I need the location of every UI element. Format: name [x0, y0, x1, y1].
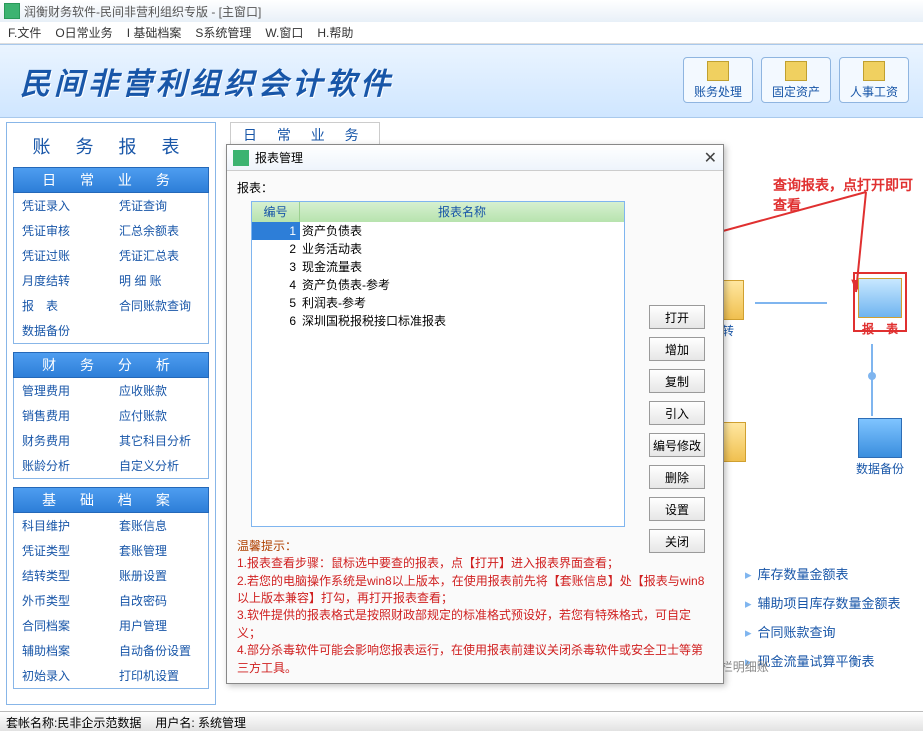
link-item[interactable]: 现金流量试算平衡表 [745, 646, 913, 675]
sidebar-item[interactable]: 应收账款 [111, 378, 208, 403]
sidebar-item[interactable]: 套账信息 [111, 513, 208, 538]
sidebar-item[interactable]: 辅助档案 [14, 638, 111, 663]
sidebar-item[interactable]: 凭证类型 [14, 538, 111, 563]
list-row[interactable]: 4资产负债表-参考 [252, 276, 624, 294]
list-row[interactable]: 1资产负债表 [252, 222, 624, 240]
sidebar-item[interactable]: 自定义分析 [111, 453, 208, 478]
panel-hdr-daily: 日 常 业 务 [13, 167, 209, 193]
open-button[interactable]: 打开 [649, 305, 705, 329]
panel-daily: 凭证录入凭证查询凭证审核汇总余额表凭证过账凭证汇总表月度结转明 细 账报 表合同… [13, 193, 209, 344]
dialog-title: 报表管理 [255, 149, 303, 166]
col-name: 报表名称 [300, 202, 624, 222]
panel-hdr-base: 基 础 档 案 [13, 487, 209, 513]
sidebar-item[interactable]: 凭证录入 [14, 193, 111, 218]
report-list: 编号 报表名称 1资产负债表2业务活动表3现金流量表4资产负债表-参考5利润表-… [251, 201, 625, 527]
panel-base: 科目维护套账信息凭证类型套账管理结转类型账册设置外币类型自改密码合同档案用户管理… [13, 513, 209, 689]
sidebar-item[interactable]: 外币类型 [14, 588, 111, 613]
list-row[interactable]: 2业务活动表 [252, 240, 624, 258]
sidebar-item[interactable]: 数据备份 [14, 318, 111, 343]
sidebar-item[interactable]: 凭证汇总表 [111, 243, 208, 268]
renumber-button[interactable]: 编号修改 [649, 433, 705, 457]
flow-backup[interactable]: 数据备份 [853, 418, 907, 478]
menubar: F.文件 O日常业务 I 基础档案 S系统管理 W.窗口 H.帮助 [0, 22, 923, 44]
copy-button[interactable]: 复制 [649, 369, 705, 393]
flow-baobiao[interactable]: 报 表 [853, 272, 907, 332]
sidebar-item[interactable]: 账册设置 [111, 563, 208, 588]
list-header: 编号 报表名称 [252, 202, 624, 222]
sidebar: 账 务 报 表 日 常 业 务 凭证录入凭证查询凭证审核汇总余额表凭证过账凭证汇… [6, 122, 216, 705]
add-button[interactable]: 增加 [649, 337, 705, 361]
app-icon [4, 3, 20, 19]
sidebar-item[interactable]: 用户管理 [111, 613, 208, 638]
btn-hr[interactable]: 人事工资 [839, 57, 909, 103]
menu-help[interactable]: H.帮助 [317, 24, 353, 41]
menu-system[interactable]: S系统管理 [195, 24, 251, 41]
sidebar-item[interactable] [111, 318, 208, 343]
sidebar-item[interactable]: 科目维护 [14, 513, 111, 538]
sidebar-item[interactable]: 明 细 账 [111, 268, 208, 293]
menu-base[interactable]: I 基础档案 [127, 24, 182, 41]
delete-button[interactable]: 删除 [649, 465, 705, 489]
sidebar-item[interactable]: 月度结转 [14, 268, 111, 293]
tab-daily[interactable]: 日 常 业 务 [230, 122, 380, 144]
sidebar-item[interactable]: 账龄分析 [14, 453, 111, 478]
link-item[interactable]: 辅助项目库存数量金额表 [745, 588, 913, 617]
sidebar-item[interactable]: 合同档案 [14, 613, 111, 638]
sidebar-item[interactable]: 套账管理 [111, 538, 208, 563]
sidebar-item[interactable]: 其它科目分析 [111, 428, 208, 453]
sidebar-item[interactable]: 应付账款 [111, 403, 208, 428]
btn-assets[interactable]: 固定资产 [761, 57, 831, 103]
menu-file[interactable]: F.文件 [8, 24, 41, 41]
link-list: 库存数量金额表辅助项目库存数量金额表合同账款查询现金流量试算平衡表 [745, 559, 913, 675]
button-column: 打开增加复制引入编号修改删除设置关闭 [649, 305, 705, 553]
sidebar-item[interactable]: 合同账款查询 [111, 293, 208, 318]
btn-accounting[interactable]: 账务处理 [683, 57, 753, 103]
sidebar-item[interactable]: 报 表 [14, 293, 111, 318]
list-row[interactable]: 3现金流量表 [252, 258, 624, 276]
import-button[interactable]: 引入 [649, 401, 705, 425]
sidebar-title: 账 务 报 表 [13, 129, 209, 167]
tips: 温馨提示： 1.报表查看步骤：鼠标选中要查的报表，点【打开】进入报表界面查看； … [237, 538, 713, 677]
sidebar-item[interactable]: 结转类型 [14, 563, 111, 588]
sidebar-item[interactable]: 凭证审核 [14, 218, 111, 243]
sidebar-item[interactable]: 自改密码 [111, 588, 208, 613]
sidebar-item[interactable]: 初始录入 [14, 663, 111, 688]
sidebar-item[interactable]: 管理费用 [14, 378, 111, 403]
list-row[interactable]: 5利润表-参考 [252, 294, 624, 312]
menu-window[interactable]: W.窗口 [265, 24, 303, 41]
app-title: 民间非营利组织会计软件 [20, 59, 394, 103]
menu-daily[interactable]: O日常业务 [55, 24, 112, 41]
link-item[interactable]: 合同账款查询 [745, 617, 913, 646]
sidebar-item[interactable]: 汇总余额表 [111, 218, 208, 243]
sidebar-item[interactable]: 打印机设置 [111, 663, 208, 688]
panel-hdr-analysis: 财 务 分 析 [13, 352, 209, 378]
status-bar: 套帐名称:民非企示范数据 用户名: 系统管理 [0, 711, 923, 731]
banner: 民间非营利组织会计软件 账务处理 固定资产 人事工资 [0, 44, 923, 118]
close-icon[interactable]: ✕ [704, 148, 717, 168]
sidebar-item[interactable]: 财务费用 [14, 428, 111, 453]
panel-analysis: 管理费用应收账款销售费用应付账款财务费用其它科目分析账龄分析自定义分析 [13, 378, 209, 479]
link-item[interactable]: 库存数量金额表 [745, 559, 913, 588]
list-row[interactable]: 6深圳国税报税接口标准报表 [252, 312, 624, 330]
annotation-text: 查询报表，点打开即可查看 [773, 176, 913, 215]
section-label: 报表： [237, 179, 713, 196]
report-manage-dialog: 报表管理 ✕ 报表： 编号 报表名称 1资产负债表2业务活动表3现金流量表4资产… [226, 144, 724, 684]
window-title: 润衡财务软件-民间非营利组织专版 - [主窗口] [24, 3, 261, 20]
sidebar-item[interactable]: 凭证查询 [111, 193, 208, 218]
sidebar-item[interactable]: 销售费用 [14, 403, 111, 428]
dialog-titlebar[interactable]: 报表管理 ✕ [227, 145, 723, 171]
col-no: 编号 [252, 202, 300, 222]
sidebar-item[interactable]: 凭证过账 [14, 243, 111, 268]
sidebar-item[interactable]: 自动备份设置 [111, 638, 208, 663]
dialog-icon [233, 150, 249, 166]
settings-button[interactable]: 设置 [649, 497, 705, 521]
window-titlebar: 润衡财务软件-民间非营利组织专版 - [主窗口] [0, 0, 923, 22]
